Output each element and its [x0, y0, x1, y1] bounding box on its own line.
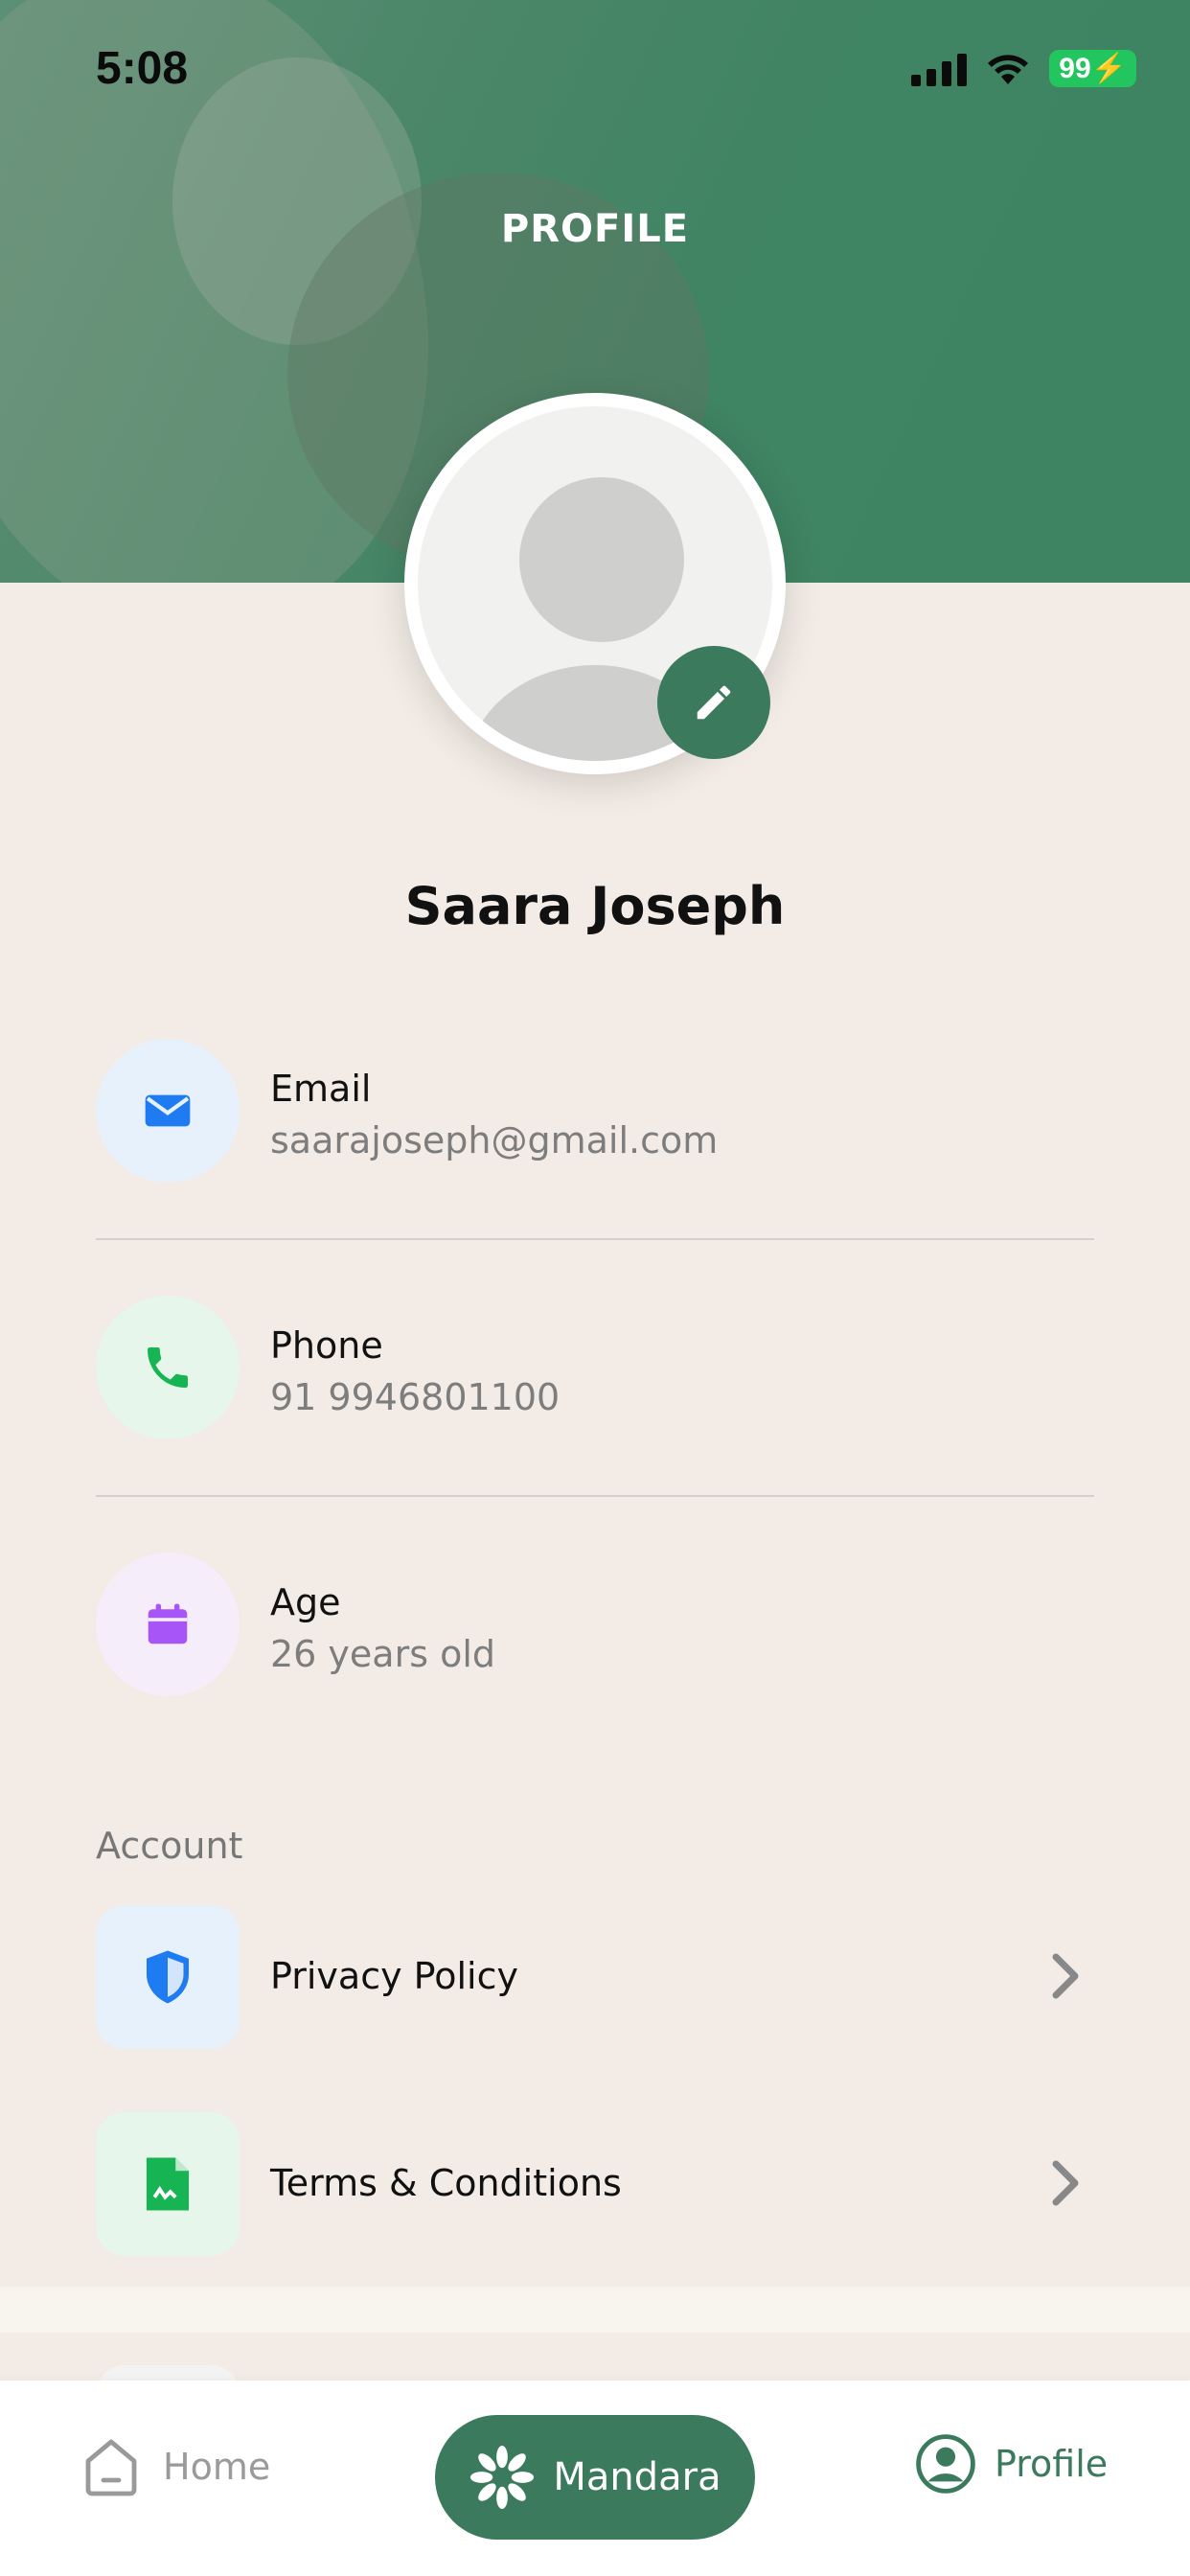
status-time: 5:08	[96, 43, 189, 94]
tab-home[interactable]: Home	[77, 2432, 270, 2501]
signal-icon	[911, 52, 968, 86]
chevron-right-icon	[1052, 1953, 1079, 1999]
home-icon	[85, 2439, 137, 2496]
phone-icon-badge	[96, 1296, 240, 1439]
info-row-age: Age 26 years old	[96, 1552, 1094, 1696]
document-icon	[147, 2157, 189, 2211]
status-icons: 99⚡	[911, 50, 1136, 87]
scroll-divider	[0, 2287, 1190, 2333]
email-label: Email	[270, 1068, 372, 1110]
terms-conditions-label: Terms & Conditions	[270, 2162, 622, 2204]
chevron-right-icon	[1052, 2160, 1079, 2206]
phone-icon	[148, 1347, 188, 1388]
tab-home-label: Home	[163, 2446, 271, 2488]
phone-value: 91 9946801100	[270, 1376, 561, 1418]
divider	[96, 1238, 1094, 1240]
info-row-email: Email saarajoseph@gmail.com	[96, 1039, 1094, 1183]
mail-icon-badge	[96, 1039, 240, 1183]
status-bar: 5:08 99⚡	[0, 0, 1190, 144]
tab-mandara-label: Mandara	[553, 2455, 721, 2499]
bottom-tab-bar: Home Mandara Profile	[0, 2380, 1190, 2576]
mail-icon	[145, 1094, 191, 1127]
shield-icon	[147, 1950, 189, 2004]
tab-profile-label: Profile	[995, 2443, 1109, 2485]
phone-label: Phone	[270, 1324, 383, 1367]
user-name: Saara Joseph	[404, 876, 786, 936]
calendar-icon-badge	[96, 1552, 240, 1696]
pencil-icon	[697, 685, 731, 720]
privacy-policy-item[interactable]: Privacy Policy	[96, 1905, 1094, 2049]
wifi-icon	[988, 54, 1029, 84]
flower-icon	[470, 2445, 535, 2510]
document-icon-badge	[96, 2112, 240, 2256]
email-value: saarajoseph@gmail.com	[270, 1119, 719, 1162]
info-row-phone: Phone 91 9946801100	[96, 1296, 1094, 1439]
age-value: 26 years old	[270, 1633, 496, 1675]
battery-level: 99	[1059, 53, 1091, 84]
privacy-policy-label: Privacy Policy	[270, 1955, 518, 1997]
age-label: Age	[270, 1581, 341, 1623]
calendar-icon	[148, 1603, 188, 1644]
battery-indicator: 99⚡	[1049, 50, 1136, 87]
shield-icon-badge	[96, 1905, 240, 2049]
tab-mandara[interactable]: Mandara	[435, 2415, 755, 2540]
charging-icon: ⚡	[1090, 53, 1127, 84]
edit-avatar-button[interactable]	[657, 646, 770, 759]
page-title: PROFILE	[500, 207, 690, 251]
tab-profile[interactable]: Profile	[914, 2432, 1108, 2496]
terms-conditions-item[interactable]: Terms & Conditions	[96, 2112, 1094, 2256]
user-circle-icon	[916, 2434, 975, 2494]
divider	[96, 1495, 1094, 1497]
account-section-label: Account	[96, 1825, 243, 1867]
